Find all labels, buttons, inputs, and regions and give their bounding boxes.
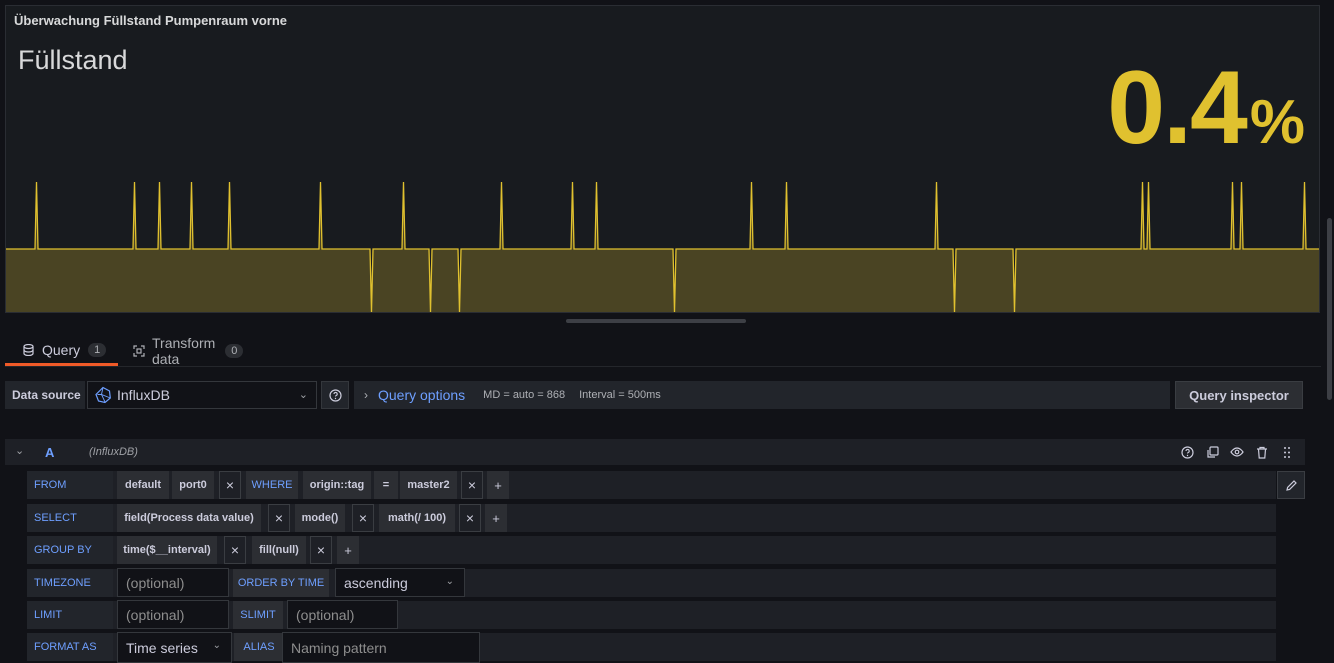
select-keyword: SELECT xyxy=(27,504,113,532)
chevron-down-icon[interactable]: ⌄ xyxy=(15,444,24,457)
edit-raw-query-button[interactable] xyxy=(1277,471,1305,499)
limit-keyword: LIMIT xyxy=(27,601,113,629)
alias-label: ALIAS xyxy=(234,633,284,661)
datasource-picker[interactable]: InfluxDB ⌄ xyxy=(87,381,317,409)
format-keyword: FORMAT AS xyxy=(27,633,113,661)
tab-query[interactable]: Query 1 xyxy=(5,336,118,366)
help-icon[interactable] xyxy=(1179,444,1195,460)
timezone-row: TIMEZONE (optional) ORDER BY TIME ascend… xyxy=(27,568,1276,597)
datasource-name: InfluxDB xyxy=(117,387,170,403)
query-actions xyxy=(1179,444,1295,460)
query-inspector-button[interactable]: Query inspector xyxy=(1175,381,1303,409)
format-row: FORMAT AS Time series ⌄ ALIAS Naming pat… xyxy=(27,632,1276,663)
tab-transform-label: Transform data xyxy=(152,335,216,367)
from-policy[interactable]: default xyxy=(117,471,169,499)
stat-number: 0.4 xyxy=(1107,50,1248,166)
select-aggregation[interactable]: mode() xyxy=(295,504,345,532)
from-keyword: FROM xyxy=(27,471,113,499)
trash-icon[interactable] xyxy=(1254,444,1270,460)
stat-panel: Überwachung Füllstand Pumpenraum vorne F… xyxy=(5,5,1320,313)
stat-value: 0.4% xyxy=(1107,56,1305,160)
drag-handle-icon[interactable] xyxy=(1279,444,1295,460)
alias-input[interactable]: Naming pattern xyxy=(282,632,480,663)
slimit-label: SLIMIT xyxy=(233,601,283,629)
query-options-md: MD = auto = 868 xyxy=(483,389,566,401)
tab-transform-count: 0 xyxy=(225,344,244,358)
remove-where-button[interactable]: × xyxy=(461,471,483,499)
add-select-button[interactable]: + xyxy=(485,504,507,532)
query-options-title[interactable]: Query options xyxy=(378,387,465,403)
scrollbar[interactable] xyxy=(1327,218,1332,400)
datasource-help-button[interactable] xyxy=(321,381,349,409)
where-tag-key[interactable]: origin::tag xyxy=(303,471,371,499)
remove-math-button[interactable]: × xyxy=(459,504,481,532)
query-datasource-name: (InfluxDB) xyxy=(89,446,138,458)
datasource-label: Data source xyxy=(5,381,85,409)
chevron-down-icon: ⌄ xyxy=(298,389,308,401)
transform-icon xyxy=(133,344,145,358)
from-measurement[interactable]: port0 xyxy=(172,471,214,499)
where-operator[interactable]: = xyxy=(374,471,398,499)
group-by-time[interactable]: time($__interval) xyxy=(117,536,217,564)
query-options-interval: Interval = 500ms xyxy=(579,389,661,401)
duplicate-icon[interactable] xyxy=(1204,444,1220,460)
database-icon xyxy=(21,343,35,357)
add-where-button[interactable]: + xyxy=(487,471,509,499)
order-by-time-label: ORDER BY TIME xyxy=(233,569,329,597)
panel-title[interactable]: Überwachung Füllstand Pumpenraum vorne xyxy=(14,13,287,28)
order-by-select[interactable]: ascending ⌄ xyxy=(335,568,465,597)
stat-label: Füllstand xyxy=(18,45,128,75)
tab-query-count: 1 xyxy=(88,342,107,357)
timezone-input[interactable]: (optional) xyxy=(117,568,229,597)
query-ref-id[interactable]: A xyxy=(45,445,54,460)
add-group-by-button[interactable]: + xyxy=(337,536,359,564)
stat-unit: % xyxy=(1249,88,1305,157)
format-select[interactable]: Time series ⌄ xyxy=(117,632,232,663)
influxdb-icon xyxy=(94,386,112,404)
tab-transform[interactable]: Transform data 0 xyxy=(133,335,244,367)
select-math[interactable]: math(/ 100) xyxy=(379,504,455,532)
group-by-keyword: GROUP BY xyxy=(27,536,113,564)
remove-time-button[interactable]: × xyxy=(224,536,246,564)
from-row: FROM default port0 × WHERE origin::tag =… xyxy=(27,471,1276,499)
group-by-fill[interactable]: fill(null) xyxy=(252,536,306,564)
query-row-header: ⌄ A (InfluxDB) xyxy=(5,439,1305,465)
sparkline xyxy=(6,181,1319,312)
pencil-icon xyxy=(1285,479,1298,492)
order-by-value: ascending xyxy=(344,574,408,591)
resize-handle[interactable] xyxy=(566,319,746,323)
timezone-keyword: TIMEZONE xyxy=(27,569,113,597)
select-field[interactable]: field(Process data value) xyxy=(117,504,261,532)
eye-icon[interactable] xyxy=(1229,444,1245,460)
select-row: SELECT field(Process data value) × mode(… xyxy=(27,504,1276,532)
remove-fill-button[interactable]: × xyxy=(310,536,332,564)
remove-aggregation-button[interactable]: × xyxy=(352,504,374,532)
chevron-right-icon: › xyxy=(364,388,368,402)
remove-measurement-button[interactable]: × xyxy=(219,471,241,499)
help-icon xyxy=(328,388,342,402)
where-keyword: WHERE xyxy=(246,471,298,499)
sparkline-area xyxy=(6,182,1319,312)
slimit-input[interactable]: (optional) xyxy=(287,600,398,629)
tab-query-label: Query xyxy=(42,341,81,358)
remove-field-button[interactable]: × xyxy=(268,504,290,532)
limit-input[interactable]: (optional) xyxy=(117,600,229,629)
format-value: Time series xyxy=(126,639,198,656)
limit-row: LIMIT (optional) SLIMIT (optional) xyxy=(27,600,1276,629)
chevron-down-icon: ⌄ xyxy=(212,640,221,651)
where-tag-value[interactable]: master2 xyxy=(400,471,457,499)
group-by-row: GROUP BY time($__interval) × fill(null) … xyxy=(27,536,1276,564)
chevron-down-icon: ⌄ xyxy=(445,576,454,587)
query-options-bar[interactable]: › Query options MD = auto = 868 Interval… xyxy=(354,381,1170,409)
